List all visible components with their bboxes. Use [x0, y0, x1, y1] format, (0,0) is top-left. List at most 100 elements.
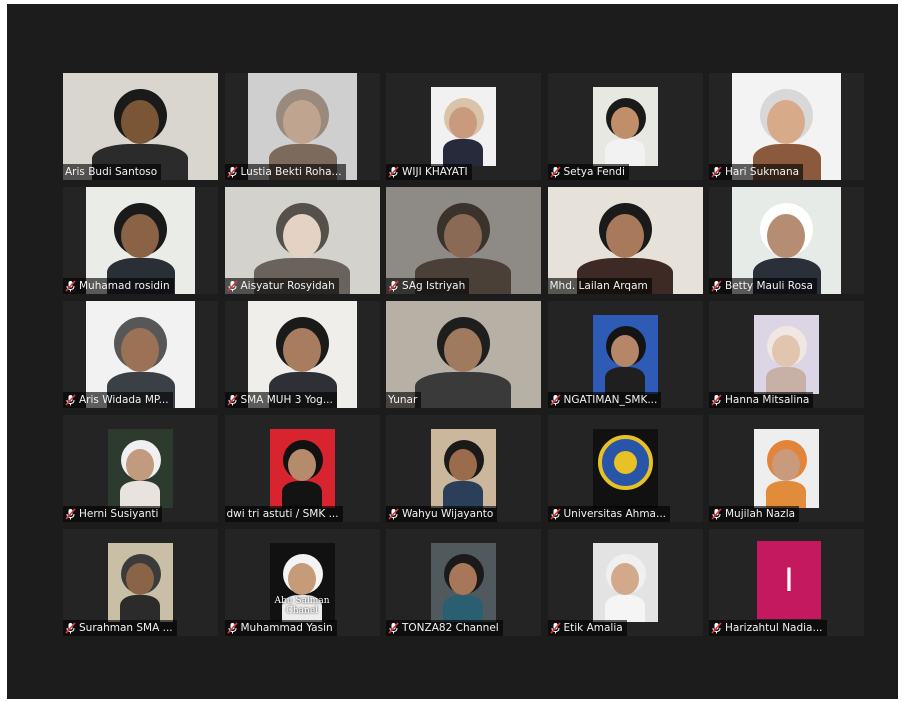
participant-nameplate: Lustia Bekti Roha... — [224, 164, 346, 180]
participant-name: Muhamad rosidin — [79, 280, 170, 292]
video-caption-text: Abu Salman Chanel — [274, 596, 330, 616]
participant-tile[interactable]: SMA MUH 3 Yog... — [224, 301, 380, 408]
participant-nameplate: Universitas Ahma... — [547, 506, 671, 522]
mic-muted-icon — [711, 394, 722, 406]
participant-tile[interactable]: Abu Salman Chanel Muhammad Yasin — [224, 529, 380, 636]
mic-muted-icon — [549, 394, 561, 406]
participant-nameplate: Mhd. Lailan Arqam — [547, 278, 652, 294]
participant-video — [754, 429, 819, 508]
participant-tile[interactable]: Universitas Ahma... — [547, 415, 703, 522]
mic-muted-icon — [65, 394, 76, 406]
mic-muted-icon — [549, 622, 561, 634]
participant-name: Mhd. Lailan Arqam — [549, 280, 648, 292]
mic-muted-icon — [65, 508, 76, 520]
participant-tile[interactable]: Muhamad rosidin — [63, 187, 218, 294]
participant-tile[interactable]: Lustia Bekti Roha... — [224, 73, 380, 180]
participant-nameplate: Etik Amalia — [547, 620, 627, 636]
participant-name: Muhammad Yasin — [240, 622, 333, 634]
participant-tile[interactable]: Hanna Mitsalina — [709, 301, 864, 408]
participant-video — [269, 429, 335, 508]
participant-nameplate: Mujilah Nazla — [709, 506, 800, 522]
mic-muted-icon — [711, 508, 722, 520]
participant-tile[interactable]: Setya Fendi — [547, 73, 703, 180]
participant-nameplate: WIJI KHAYATI — [386, 164, 472, 180]
participant-tile[interactable]: Surahman SMA ... — [63, 529, 218, 636]
participant-name: Surahman SMA ... — [79, 622, 173, 634]
mic-muted-icon — [711, 280, 722, 292]
participant-nameplate: Hari Sukmana — [709, 164, 804, 180]
participant-name: TONZA82 Channel — [402, 622, 499, 634]
participant-nameplate: Betty Mauli Rosa — [709, 278, 817, 294]
participant-tile[interactable]: SAg Istriyah — [386, 187, 541, 294]
participant-tile[interactable]: TONZA82 Channel — [386, 529, 541, 636]
participant-tile[interactable]: Aris Widada MP... — [63, 301, 218, 408]
participant-nameplate: Surahman SMA ... — [63, 620, 177, 636]
participant-video — [592, 543, 658, 622]
participant-name: Yunar — [388, 394, 418, 406]
mic-muted-icon — [549, 508, 561, 520]
participant-tile[interactable]: Betty Mauli Rosa — [709, 187, 864, 294]
participant-tile[interactable]: Wahyu Wijayanto — [386, 415, 541, 522]
participant-name: Universitas Ahma... — [563, 508, 667, 520]
participant-nameplate: Setya Fendi — [547, 164, 629, 180]
participant-tile[interactable]: Mujilah Nazla — [709, 415, 864, 522]
participant-name: Hanna Mitsalina — [725, 394, 810, 406]
mic-muted-icon — [711, 166, 722, 178]
participant-name: Aisyatur Rosyidah — [240, 280, 335, 292]
participant-name: NGATIMAN_SMK... — [563, 394, 658, 406]
participant-video — [431, 543, 496, 622]
participant-tile[interactable]: Aris Budi Santoso — [63, 73, 218, 180]
participant-name: Mujilah Nazla — [725, 508, 796, 520]
participant-nameplate: Aisyatur Rosyidah — [224, 278, 339, 294]
participant-video — [592, 315, 658, 394]
participant-name: Aris Widada MP... — [79, 394, 169, 406]
participant-nameplate: Herni Susiyanti — [63, 506, 163, 522]
participant-name: Setya Fendi — [563, 166, 625, 178]
participant-name: Herni Susiyanti — [79, 508, 159, 520]
participant-tile[interactable]: Etik Amalia — [547, 529, 703, 636]
participant-nameplate: Muhamad rosidin — [63, 278, 174, 294]
participant-video — [592, 87, 658, 166]
mic-muted-icon — [388, 280, 399, 292]
participant-tile[interactable]: NGATIMAN_SMK... — [547, 301, 703, 408]
participant-nameplate: Hanna Mitsalina — [709, 392, 814, 408]
participant-video — [108, 429, 173, 508]
participant-nameplate: Muhammad Yasin — [224, 620, 337, 636]
participant-nameplate: Aris Budi Santoso — [63, 164, 162, 180]
mic-muted-icon — [226, 394, 238, 406]
participant-tile[interactable]: Hari Sukmana — [709, 73, 864, 180]
participant-name: dwi tri astuti / SMK ... — [226, 508, 339, 520]
participant-nameplate: Aris Widada MP... — [63, 392, 173, 408]
mic-muted-icon — [65, 280, 76, 292]
participant-tile[interactable]: Mhd. Lailan Arqam — [547, 187, 703, 294]
mic-muted-icon — [388, 166, 399, 178]
participant-tile[interactable]: WIJI KHAYATI — [386, 73, 541, 180]
participant-tile[interactable]: Yunar — [386, 301, 541, 408]
mic-muted-icon — [388, 508, 399, 520]
participant-nameplate: TONZA82 Channel — [386, 620, 503, 636]
mic-muted-icon — [549, 166, 561, 178]
participant-video — [431, 87, 496, 166]
meeting-window: Aris Budi Santoso Lustia Bekti Roha... WIJ… — [7, 4, 898, 699]
participant-name: Betty Mauli Rosa — [725, 280, 813, 292]
participant-video — [108, 543, 173, 622]
participant-tile[interactable]: Aisyatur Rosyidah — [224, 187, 380, 294]
mic-muted-icon — [711, 622, 722, 634]
participant-tile[interactable]: Herni Susiyanti — [63, 415, 218, 522]
participant-nameplate: NGATIMAN_SMK... — [547, 392, 662, 408]
participant-name: Wahyu Wijayanto — [402, 508, 494, 520]
participant-nameplate: SMA MUH 3 Yog... — [224, 392, 337, 408]
mic-muted-icon — [65, 622, 76, 634]
mic-muted-icon — [226, 622, 238, 634]
mic-muted-icon — [226, 166, 238, 178]
university-seal-image — [592, 429, 658, 508]
participant-nameplate: Harizahtul Nadia... — [709, 620, 827, 636]
participant-nameplate: dwi tri astuti / SMK ... — [224, 506, 343, 522]
participant-video — [431, 429, 496, 508]
participant-name: Lustia Bekti Roha... — [240, 166, 342, 178]
participant-tile[interactable]: dwi tri astuti / SMK ... — [224, 415, 380, 522]
participant-initial-avatar: I — [757, 541, 821, 619]
participant-nameplate: Yunar — [386, 392, 422, 408]
participant-name: Hari Sukmana — [725, 166, 800, 178]
participant-tile[interactable]: I Harizahtul Nadia... — [709, 529, 864, 636]
